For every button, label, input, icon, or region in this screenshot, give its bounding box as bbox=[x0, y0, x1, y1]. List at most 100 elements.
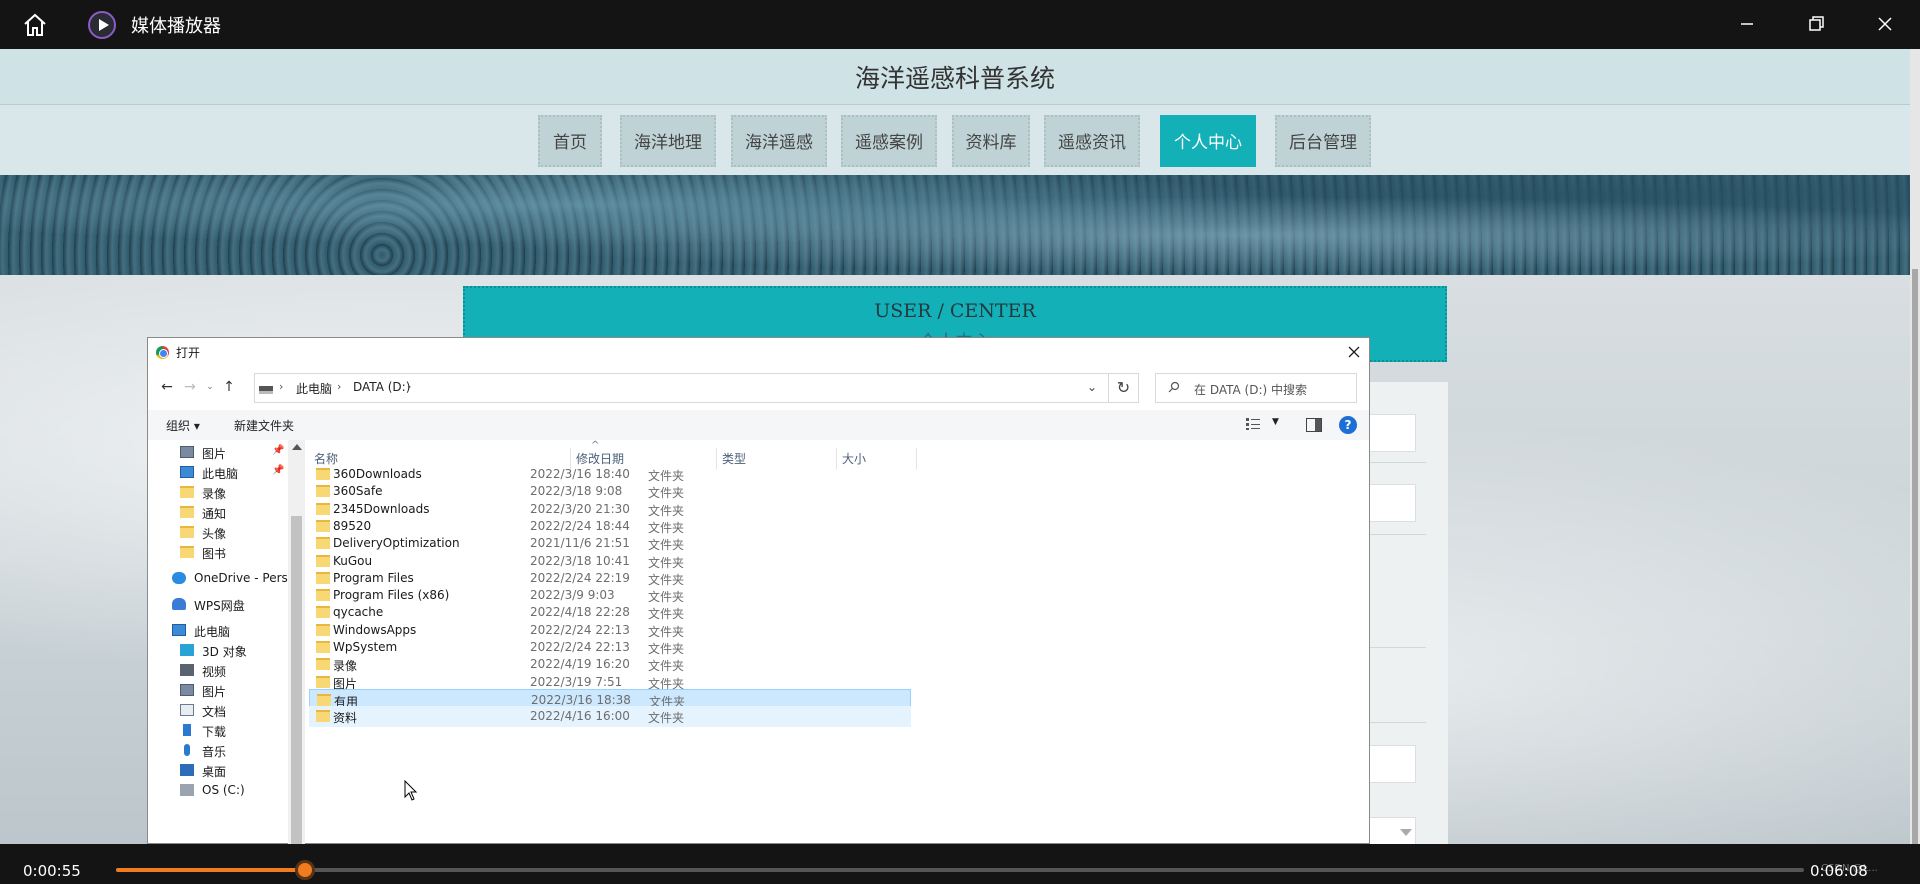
nav-pane-label: WPS网盘 bbox=[194, 599, 245, 613]
nav-pane-scrollbar-thumb[interactable] bbox=[291, 516, 302, 845]
file-name: 资料 bbox=[333, 711, 358, 726]
folder-icon bbox=[316, 519, 330, 532]
nav-pane-scrollbar[interactable] bbox=[288, 440, 305, 845]
dialog-titlebar: 打开 bbox=[148, 338, 1369, 366]
nav-library[interactable]: 资料库 bbox=[952, 115, 1030, 167]
folder-icon bbox=[317, 693, 331, 706]
file-name: Program Files (x86) bbox=[333, 588, 450, 603]
computer-icon bbox=[172, 624, 186, 636]
nav-personal-center[interactable]: 个人中心 bbox=[1160, 115, 1256, 167]
cloud-icon bbox=[172, 572, 186, 584]
site-navbar: 首页 海洋地理 海洋遥感 遥感案例 资料库 遥感资讯 个人中心 后台管理 bbox=[0, 105, 1910, 175]
file-date: 2022/2/24 18:44 bbox=[530, 518, 630, 533]
video-icon bbox=[180, 664, 194, 676]
file-name: 89520 bbox=[333, 518, 372, 533]
form-field[interactable] bbox=[1370, 745, 1416, 783]
wps-cloud-icon bbox=[172, 598, 186, 610]
address-bar[interactable]: › 此电脑 › DATA (D:) › ⌄ bbox=[254, 373, 1109, 403]
form-field[interactable] bbox=[1370, 414, 1416, 452]
back-arrow-icon[interactable]: ← bbox=[158, 378, 176, 396]
chevron-down-icon bbox=[1400, 829, 1412, 836]
view-options-chevron-icon[interactable]: ▼ bbox=[1272, 417, 1279, 427]
dialog-toolbar: 组织 ▾ 新建文件夹 ▼ ? bbox=[148, 410, 1369, 440]
breadcrumb-data-drive[interactable]: DATA (D:) bbox=[353, 380, 410, 394]
nav-pane-label: 下载 bbox=[202, 725, 227, 739]
organize-menu[interactable]: 组织 ▾ bbox=[166, 417, 200, 434]
nav-pane-label: 3D 对象 bbox=[202, 645, 247, 659]
nav-remote-sensing-news[interactable]: 遥感资讯 bbox=[1044, 115, 1140, 167]
new-folder-button[interactable]: 新建文件夹 bbox=[234, 417, 294, 434]
file-name: Program Files bbox=[333, 570, 414, 585]
breadcrumb-separator-icon[interactable]: › bbox=[407, 380, 411, 393]
file-name: KuGou bbox=[333, 553, 373, 568]
file-date: 2022/3/18 10:41 bbox=[530, 553, 630, 568]
home-icon[interactable] bbox=[21, 11, 49, 39]
scroll-up-arrow-icon[interactable] bbox=[292, 444, 302, 450]
current-time: 0:00:55 bbox=[23, 862, 81, 880]
dialog-close-button[interactable] bbox=[1345, 343, 1363, 361]
nav-remote-sensing-cases[interactable]: 遥感案例 bbox=[841, 115, 937, 167]
seek-bar[interactable] bbox=[116, 860, 1804, 880]
document-icon bbox=[180, 704, 194, 716]
desktop-icon bbox=[180, 764, 194, 776]
help-icon[interactable]: ? bbox=[1339, 416, 1357, 434]
folder-icon bbox=[180, 526, 194, 538]
page-scrollbar-thumb[interactable] bbox=[1912, 269, 1918, 844]
profile-form-panel bbox=[1370, 382, 1448, 862]
nav-pane-label: 此电脑 bbox=[202, 467, 239, 481]
preview-pane-icon[interactable] bbox=[1306, 418, 1322, 432]
up-arrow-icon[interactable]: ↑ bbox=[220, 378, 238, 396]
address-row: ← → ⌄ ↑ › 此电脑 › DATA (D:) › ⌄ ↻ 在 DATA (… bbox=[148, 370, 1369, 406]
folder-icon bbox=[316, 502, 330, 515]
file-date: 2022/3/18 9:08 bbox=[530, 484, 623, 499]
nav-pane-label: 图片 bbox=[202, 685, 227, 699]
user-center-title: USER / CENTER bbox=[874, 300, 1036, 322]
refresh-button[interactable]: ↻ bbox=[1109, 373, 1139, 403]
folder-icon bbox=[316, 606, 330, 619]
file-type: 文件夹 bbox=[648, 711, 685, 726]
file-date: 2022/4/18 22:28 bbox=[530, 605, 630, 620]
folder-icon bbox=[316, 485, 330, 498]
nav-home[interactable]: 首页 bbox=[538, 115, 602, 167]
restore-button[interactable] bbox=[1800, 9, 1832, 39]
address-dropdown-icon[interactable]: ⌄ bbox=[1087, 380, 1097, 394]
folder-icon bbox=[180, 486, 194, 498]
nav-pane-label: 图片 bbox=[202, 447, 227, 461]
recent-locations-chevron-icon[interactable]: ⌄ bbox=[201, 378, 219, 396]
breadcrumb-separator-icon[interactable]: › bbox=[279, 380, 283, 393]
close-window-button[interactable] bbox=[1869, 9, 1901, 39]
form-field[interactable] bbox=[1370, 484, 1416, 522]
page-scrollbar[interactable] bbox=[1910, 49, 1920, 844]
breadcrumb-this-pc[interactable]: 此电脑 bbox=[296, 380, 332, 397]
file-date: 2022/3/16 18:38 bbox=[531, 692, 631, 707]
nav-ocean-geography[interactable]: 海洋地理 bbox=[620, 115, 716, 167]
pin-icon: 📌 bbox=[272, 445, 285, 456]
file-date: 2021/11/6 21:51 bbox=[530, 536, 630, 551]
view-options-icon[interactable] bbox=[1246, 418, 1262, 430]
minimize-button[interactable] bbox=[1731, 9, 1763, 39]
file-name: 2345Downloads bbox=[333, 501, 430, 516]
folder-icon bbox=[316, 658, 330, 671]
file-date: 2022/3/16 18:40 bbox=[530, 467, 630, 481]
pictures-icon bbox=[180, 684, 194, 696]
nav-admin[interactable]: 后台管理 bbox=[1275, 115, 1371, 167]
nav-pane-label: OS (C:) bbox=[202, 783, 245, 797]
nav-pane-label: 图书 bbox=[202, 547, 227, 561]
form-divider bbox=[1370, 462, 1426, 463]
nav-ocean-remote-sensing[interactable]: 海洋遥感 bbox=[731, 115, 827, 167]
file-name: 360Safe bbox=[333, 484, 383, 499]
form-divider bbox=[1370, 722, 1426, 723]
file-row[interactable]: 资料 2022/4/16 16:00 文件夹 bbox=[309, 706, 911, 728]
search-input[interactable]: 在 DATA (D:) 中搜索 bbox=[1155, 373, 1357, 403]
file-date: 2022/2/24 22:13 bbox=[530, 640, 630, 654]
folder-icon bbox=[180, 506, 194, 518]
nav-pane-label: 录像 bbox=[202, 487, 227, 501]
seek-handle[interactable] bbox=[295, 860, 316, 880]
forward-arrow-icon[interactable]: → bbox=[181, 378, 199, 396]
file-name: WindowsApps bbox=[333, 622, 417, 637]
computer-icon bbox=[180, 466, 194, 478]
breadcrumb-separator-icon[interactable]: › bbox=[337, 380, 341, 393]
nav-pane-label: 桌面 bbox=[202, 765, 227, 779]
search-placeholder: 在 DATA (D:) 中搜索 bbox=[1194, 383, 1308, 397]
media-player-logo-icon bbox=[88, 11, 116, 39]
